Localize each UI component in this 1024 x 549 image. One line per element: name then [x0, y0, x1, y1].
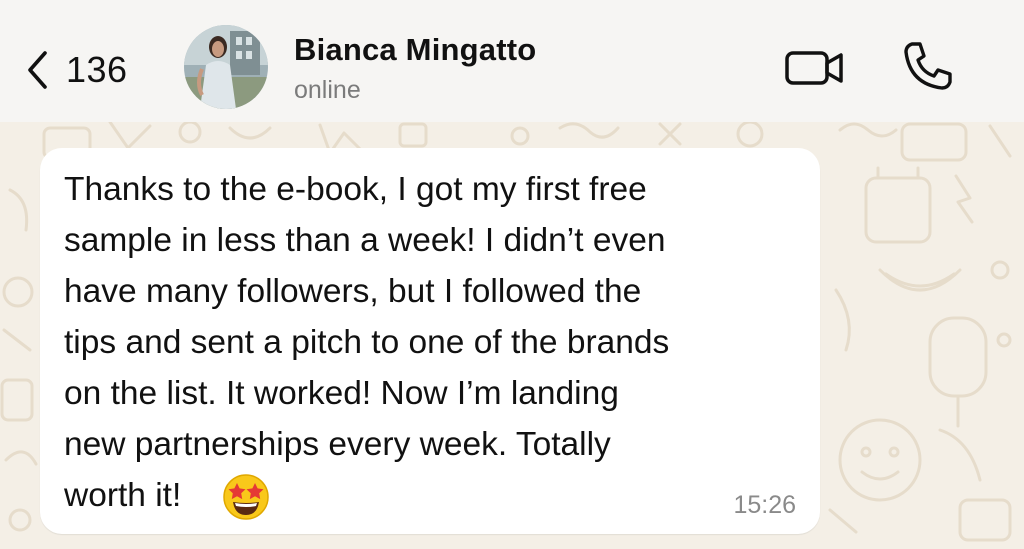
phone-icon	[902, 42, 954, 96]
message-text: Thanks to the e-book, I got my first fre…	[64, 171, 670, 514]
video-camera-icon	[784, 51, 846, 92]
contact-name[interactable]: Bianca Mingatto	[294, 32, 536, 68]
unread-count: 136	[66, 49, 128, 90]
chat-header: 136 Bianca Mingatto online	[0, 0, 1024, 122]
chat-screen: 136 Bianca Mingatto online Thanks to the…	[0, 0, 1024, 549]
incoming-message-bubble[interactable]: Thanks to the e-book, I got my first fre…	[40, 148, 820, 534]
chevron-left-icon	[26, 50, 48, 90]
voice-call-button[interactable]	[902, 40, 954, 92]
star-struck-emoji-icon	[222, 473, 270, 521]
video-call-button[interactable]	[784, 48, 846, 88]
message-timestamp: 15:26	[733, 491, 796, 519]
back-button[interactable]: 136	[26, 42, 128, 98]
contact-avatar[interactable]	[184, 25, 268, 109]
contact-status: online	[294, 76, 361, 104]
